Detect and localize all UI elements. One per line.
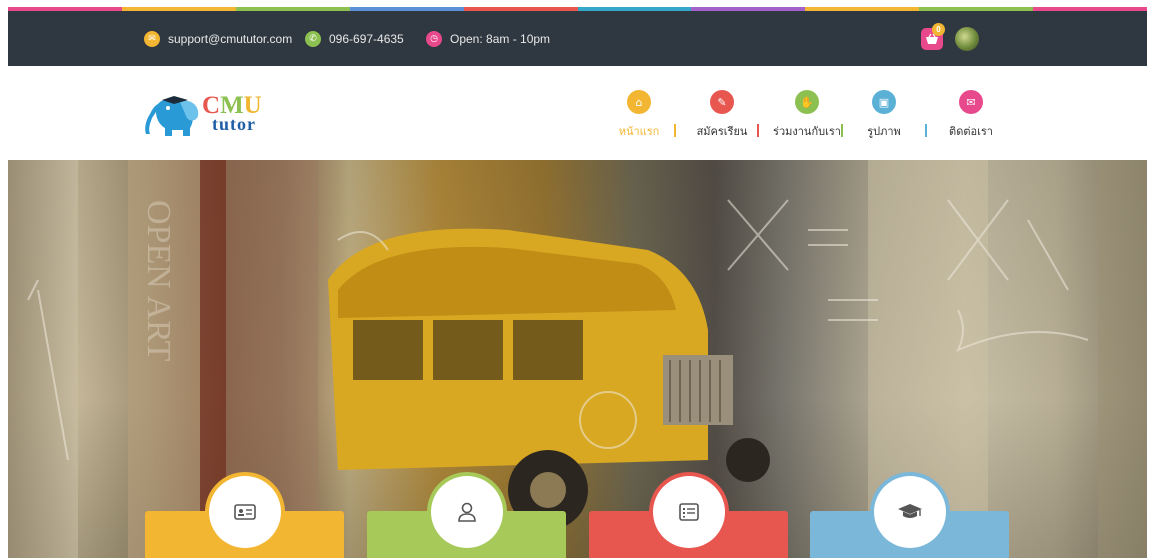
avatar[interactable] <box>955 27 979 51</box>
hours-text: Open: 8am - 10pm <box>450 31 551 46</box>
nav-separator <box>674 124 676 137</box>
nav-item-join-us[interactable]: ✋ ร่วมงานกับเรา <box>767 90 847 140</box>
graduation-cap-icon <box>898 504 922 518</box>
pencil-icon: ✎ <box>710 90 734 114</box>
id-card-icon <box>234 504 256 520</box>
list-icon <box>679 503 699 521</box>
email-contact[interactable]: ✉ support@cmututor.com <box>144 11 292 66</box>
nav-item-gallery[interactable]: ▣ รูปภาพ <box>864 90 904 140</box>
opening-hours: ◷ Open: 8am - 10pm <box>426 11 550 66</box>
nav-item-contact[interactable]: ✉ ติดต่อเรา <box>943 90 999 140</box>
nav-item-register[interactable]: ✎ สมัครเรียน <box>691 90 753 140</box>
nav-separator <box>757 124 759 137</box>
top-bar: ✉ support@cmututor.com ✆ 096-697-4635 ◷ … <box>8 11 1147 66</box>
handshake-icon: ✋ <box>795 90 819 114</box>
phone-icon: ✆ <box>305 30 321 47</box>
elephant-icon <box>145 96 199 136</box>
envelope-icon: ✉ <box>144 30 160 47</box>
feature-card-circle[interactable] <box>431 476 503 548</box>
logo-tutor: tutor <box>212 114 256 134</box>
site-header: CMU tutor ⌂ หน้าแรก ✎ สมัครเรียน ✋ ร่วมง… <box>8 66 1147 160</box>
hero-banner: OPEN ART <box>8 160 1147 558</box>
home-icon: ⌂ <box>627 90 651 114</box>
nav-label-gallery: รูปภาพ <box>867 126 901 138</box>
user-icon <box>458 502 476 522</box>
nav-label-contact: ติดต่อเรา <box>949 126 993 138</box>
school-bus-photo: OPEN ART <box>8 160 1147 558</box>
nav-label-home: หน้าแรก <box>618 126 660 138</box>
nav-item-home[interactable]: ⌂ หน้าแรก <box>617 90 661 140</box>
envelope-icon: ✉ <box>959 90 983 114</box>
feature-card-circle[interactable] <box>874 476 946 548</box>
nav-separator <box>925 124 927 137</box>
email-text: support@cmututor.com <box>168 31 293 46</box>
site-logo[interactable]: CMU tutor <box>144 92 284 138</box>
phone-text: 096-697-4635 <box>329 31 404 46</box>
phone-contact[interactable]: ✆ 096-697-4635 <box>305 11 404 66</box>
nav-separator <box>841 124 843 137</box>
nav-label-join-us: ร่วมงานกับเรา <box>773 126 841 138</box>
feature-card-circle[interactable] <box>209 476 281 548</box>
svg-text:OPEN ART: OPEN ART <box>140 200 177 362</box>
feature-card-circle[interactable] <box>653 476 725 548</box>
nav-label-register: สมัครเรียน <box>696 126 748 138</box>
cart-count-badge: 0 <box>932 23 945 36</box>
clock-icon: ◷ <box>426 30 442 47</box>
image-icon: ▣ <box>872 90 896 114</box>
page: ✉ support@cmututor.com ✆ 096-697-4635 ◷ … <box>8 0 1147 558</box>
